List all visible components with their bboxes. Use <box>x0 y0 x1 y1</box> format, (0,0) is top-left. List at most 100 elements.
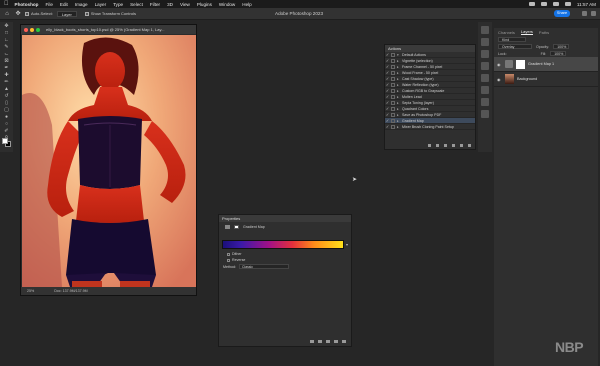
transform-controls-checkbox[interactable] <box>84 11 89 16</box>
dialog-toggle[interactable] <box>391 76 395 81</box>
tab-paths[interactable]: Paths <box>539 30 549 35</box>
tab-layers[interactable]: Layers <box>520 29 533 35</box>
menu-image[interactable]: Image <box>75 2 88 7</box>
new-action-icon[interactable] <box>460 144 463 147</box>
menu-3d[interactable]: 3D <box>167 2 173 7</box>
layer-name[interactable]: Gradient Map 1 <box>528 62 554 66</box>
canvas-image[interactable] <box>22 35 196 287</box>
pen-tool-icon[interactable]: ✐ <box>0 127 13 134</box>
search-icon[interactable] <box>582 11 587 16</box>
history-brush-tool-icon[interactable]: ↺ <box>0 92 13 99</box>
share-button[interactable]: Share <box>554 10 570 17</box>
auto-select-checkbox[interactable] <box>25 11 29 16</box>
brush-panel-icon[interactable] <box>481 110 489 118</box>
wifi-icon[interactable] <box>540 2 547 6</box>
dialog-toggle[interactable] <box>391 118 395 123</box>
dodge-tool-icon[interactable]: ○ <box>0 120 13 127</box>
quick-select-tool-icon[interactable]: ✎ <box>0 43 13 50</box>
check-icon[interactable]: ✓ <box>385 106 390 111</box>
check-icon[interactable]: ✓ <box>385 124 390 129</box>
dialog-toggle[interactable] <box>391 100 395 105</box>
check-icon[interactable]: ✓ <box>385 64 390 69</box>
healing-tool-icon[interactable]: ✚ <box>0 71 13 78</box>
opacity-input[interactable]: 100% <box>553 44 570 49</box>
blend-mode-dropdown[interactable]: Overlay <box>498 44 532 49</box>
menu-clock[interactable]: 11:57 AM <box>577 2 596 7</box>
tab-channels[interactable]: Channels <box>498 30 515 35</box>
eye-icon[interactable]: ◉ <box>497 62 502 67</box>
document-info[interactable]: Doc: 137.9M/137.9M <box>54 289 87 293</box>
trash-icon[interactable] <box>468 144 471 147</box>
dialog-toggle[interactable] <box>391 124 395 129</box>
home-icon[interactable]: ⌂ <box>3 10 11 18</box>
layer-name[interactable]: Background <box>517 77 537 81</box>
check-icon[interactable]: ✓ <box>385 118 390 123</box>
menu-help[interactable]: Help <box>242 2 251 7</box>
libraries-panel-icon[interactable] <box>481 86 489 94</box>
menu-layer[interactable]: Layer <box>95 2 107 7</box>
move-tool-icon[interactable]: ✥ <box>14 10 22 18</box>
view-previous-icon[interactable] <box>318 340 322 343</box>
crop-tool-icon[interactable]: ⌙ <box>0 50 13 57</box>
visibility-icon[interactable] <box>334 340 338 343</box>
move-tool-icon[interactable]: ✥ <box>0 22 13 29</box>
layer-row-gradient-map[interactable]: ◉ Gradient Map 1 <box>494 57 598 72</box>
search-icon[interactable] <box>552 2 559 6</box>
menu-select[interactable]: Select <box>130 2 143 7</box>
kind-filter-dropdown[interactable]: Kind <box>498 37 526 42</box>
reverse-option[interactable]: Reverse <box>227 258 245 262</box>
check-icon[interactable]: ✓ <box>385 76 390 81</box>
swatches-panel-icon[interactable] <box>481 50 489 58</box>
minimize-icon[interactable] <box>30 27 34 32</box>
brush-tool-icon[interactable]: ✏ <box>0 78 13 85</box>
menu-plugins[interactable]: Plugins <box>197 2 212 7</box>
menu-file[interactable]: File <box>46 2 53 7</box>
blur-tool-icon[interactable]: ● <box>0 113 13 120</box>
actions-panel-icon[interactable] <box>481 98 489 106</box>
gradient-preview[interactable] <box>222 240 344 249</box>
battery-icon[interactable] <box>528 2 535 6</box>
history-panel-icon[interactable] <box>481 26 489 34</box>
check-icon[interactable]: ✓ <box>385 100 390 105</box>
dialog-toggle[interactable] <box>391 94 395 99</box>
stop-icon[interactable] <box>428 144 431 147</box>
eraser-tool-icon[interactable]: ▯ <box>0 99 13 106</box>
method-dropdown[interactable]: Classic <box>239 264 289 269</box>
lasso-tool-icon[interactable]: ∟ <box>0 36 13 43</box>
check-icon[interactable]: ✓ <box>385 112 390 117</box>
check-icon[interactable]: ✓ <box>385 70 390 75</box>
check-icon[interactable]: ✓ <box>385 52 390 57</box>
control-center-icon[interactable] <box>564 2 571 6</box>
menu-window[interactable]: Window <box>219 2 235 7</box>
gradient-tool-icon[interactable]: ▢ <box>0 106 13 113</box>
color-panel-icon[interactable] <box>481 38 489 46</box>
stamp-tool-icon[interactable]: ▲ <box>0 85 13 92</box>
workspace-icon[interactable] <box>591 11 596 16</box>
dialog-toggle[interactable] <box>391 88 395 93</box>
menu-filter[interactable]: Filter <box>150 2 160 7</box>
eyedropper-tool-icon[interactable]: ✒ <box>0 64 13 71</box>
reset-icon[interactable] <box>326 340 330 343</box>
foreground-color-swatch[interactable] <box>2 138 8 144</box>
layer-row-background[interactable]: ◉ Background <box>494 72 598 87</box>
dialog-toggle[interactable] <box>391 106 395 111</box>
trash-icon[interactable] <box>342 340 346 343</box>
new-set-icon[interactable] <box>452 144 455 147</box>
menu-type[interactable]: Type <box>113 2 123 7</box>
adjustment-icon[interactable] <box>225 225 230 229</box>
dialog-toggle[interactable] <box>391 64 395 69</box>
dialog-toggle[interactable] <box>391 70 395 75</box>
check-icon[interactable]: ✓ <box>385 88 390 93</box>
dialog-toggle[interactable] <box>391 58 395 63</box>
record-icon[interactable] <box>436 144 439 147</box>
dialog-toggle[interactable] <box>391 52 395 57</box>
close-icon[interactable] <box>24 27 28 32</box>
check-icon[interactable]: ✓ <box>385 82 390 87</box>
eye-icon[interactable]: ◉ <box>497 77 502 82</box>
check-icon[interactable]: ✓ <box>385 58 390 63</box>
zoom-level[interactable]: 25% <box>27 289 34 293</box>
actions-panel-title[interactable]: Actions <box>385 45 475 52</box>
menu-app[interactable]: Photoshop <box>15 2 39 7</box>
mask-icon[interactable] <box>234 225 239 229</box>
menu-view[interactable]: View <box>180 2 190 7</box>
